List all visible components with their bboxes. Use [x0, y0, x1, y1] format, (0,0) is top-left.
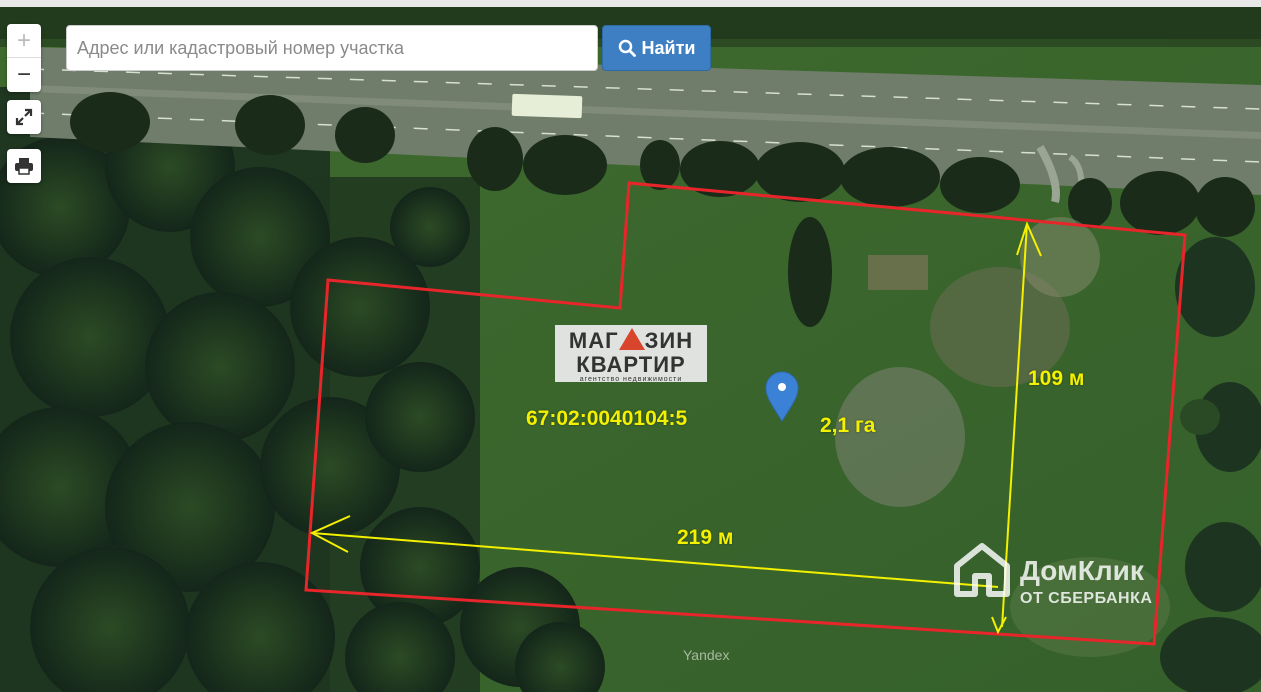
minus-icon: − [16, 61, 31, 88]
plus-icon: + [16, 27, 31, 54]
zoom-out-button[interactable]: − [7, 58, 41, 92]
search-button-label: Найти [641, 37, 696, 58]
satellite-map[interactable]: + − Найти МАГЗИН КВАРТИР агентство недви… [0, 7, 1261, 692]
top-border [0, 0, 1261, 7]
domclick-watermark: ДомКлик ОТ СБЕРБАНКА [950, 540, 1180, 620]
zoom-in-button[interactable]: + [7, 24, 41, 58]
domclick-title: ДомКлик [1020, 555, 1144, 586]
map-provider-attribution: Yandex [683, 647, 730, 663]
triangle-logo-icon [618, 328, 645, 350]
cadastral-number-label: 67:02:0040104:5 [526, 407, 688, 430]
cadastral-search-input[interactable] [66, 25, 598, 71]
area-label: 2,1 га [820, 414, 876, 437]
print-icon [15, 158, 33, 175]
magazin-kvartir-watermark: МАГ ЗИН КВАРТИР агентство недвижимости [555, 325, 707, 383]
watermark-line3: агентство недвижимости [579, 376, 683, 383]
height-dimension-label: 109 м [1028, 367, 1085, 390]
width-dimension-label: 219 м [677, 526, 734, 549]
search-button[interactable]: Найти [602, 25, 711, 71]
watermark-line1: МАГ ЗИН [568, 328, 694, 353]
print-button[interactable] [7, 149, 41, 183]
search-icon [618, 39, 636, 57]
fullscreen-button[interactable] [7, 100, 41, 134]
zoom-control: + − [7, 24, 41, 92]
domclick-subtitle: ОТ СБЕРБАНКА [1020, 590, 1153, 607]
fullscreen-icon [15, 108, 33, 126]
watermark-line2: КВАРТИР [576, 352, 686, 377]
